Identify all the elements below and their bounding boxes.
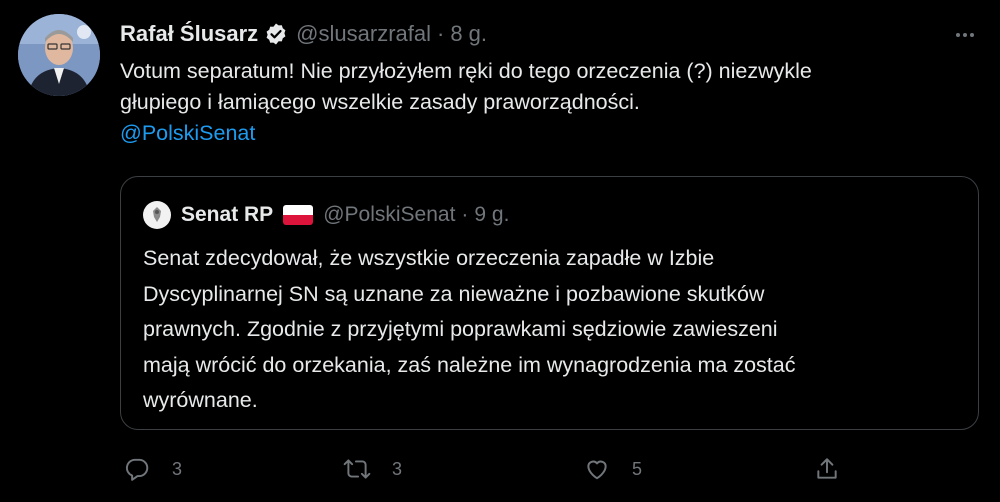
like-button[interactable]: 5 [580, 452, 642, 486]
quoted-text-line: Dyscyplinarnej SN są uznane za nieważne … [143, 281, 765, 306]
quoted-tweet[interactable]: Senat RP @PolskiSenat · 9 g. Senat zdecy… [120, 176, 979, 430]
poland-flag-icon [283, 205, 314, 225]
tweet-text-line: Votum separatum! Nie przyłożyłem ręki do… [120, 59, 812, 83]
quoted-author-handle[interactable]: @PolskiSenat [323, 203, 455, 227]
share-icon [810, 452, 844, 486]
tweet-actions: 3 3 5 [120, 452, 980, 486]
share-button[interactable] [810, 452, 844, 486]
more-options-icon[interactable] [950, 20, 980, 50]
author-name[interactable]: Rafał Ślusarz [120, 21, 258, 47]
separator-dot: · [437, 21, 445, 46]
reply-icon [120, 452, 154, 486]
tweet[interactable]: Rafał Ślusarz @slusarzrafal · 8 g. Votum… [0, 0, 1000, 502]
mention-link[interactable]: @PolskiSenat [120, 118, 960, 149]
quoted-text-line: wyrównane. [143, 388, 258, 412]
author-handle[interactable]: @slusarzrafal [296, 21, 431, 47]
quoted-text-line: prawnych. Zgodnie z przyjętymi poprawkam… [143, 317, 778, 341]
quoted-tweet-header: Senat RP @PolskiSenat · 9 g. [143, 201, 509, 229]
tweet-text: Votum separatum! Nie przyłożyłem ręki do… [120, 56, 960, 149]
quoted-author-name[interactable]: Senat RP [181, 203, 273, 227]
tweet-text-line: głupiego i łamiącego wszelkie zasady pra… [120, 90, 640, 114]
separator-dot: · [461, 203, 469, 226]
reply-count: 3 [172, 458, 183, 479]
quoted-tweet-timestamp[interactable]: 9 g. [474, 203, 509, 227]
tweet-timestamp[interactable]: 8 g. [450, 21, 487, 47]
heart-icon [580, 452, 614, 486]
retweet-count: 3 [392, 458, 403, 479]
retweet-button[interactable]: 3 [340, 452, 402, 486]
reply-button[interactable]: 3 [120, 452, 182, 486]
tweet-header: Rafał Ślusarz @slusarzrafal · 8 g. [120, 18, 487, 50]
quoted-tweet-text: Senat zdecydował, że wszystkie orzeczeni… [143, 241, 943, 419]
author-avatar[interactable] [18, 14, 100, 96]
quoted-author-avatar[interactable] [143, 201, 171, 229]
quoted-text-line: mają wrócić do orzekania, zaś należne im… [143, 352, 796, 377]
verified-badge-icon [264, 22, 288, 46]
quoted-text-line: Senat zdecydował, że wszystkie orzeczeni… [143, 246, 715, 270]
like-count: 5 [632, 458, 643, 479]
retweet-icon [340, 452, 374, 486]
